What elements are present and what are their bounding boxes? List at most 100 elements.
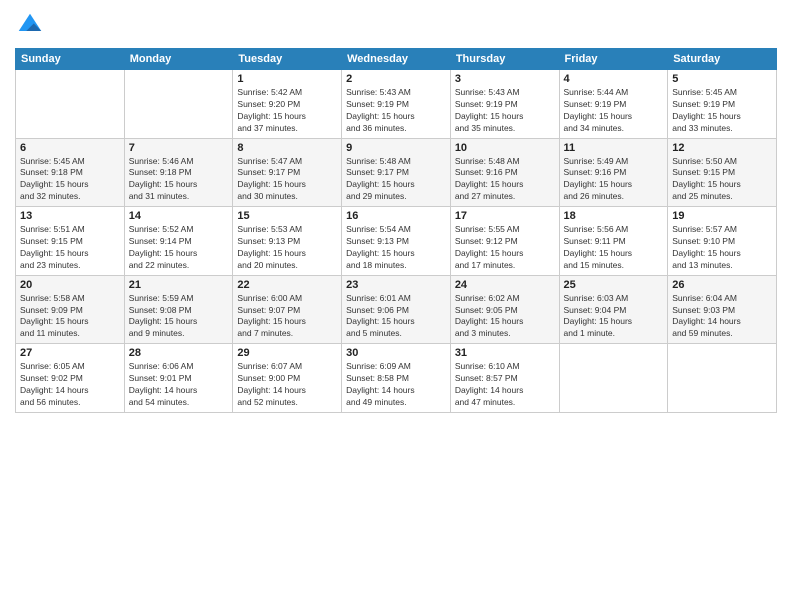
week-row-5: 27Sunrise: 6:05 AM Sunset: 9:02 PM Dayli… <box>16 344 777 413</box>
day-number: 22 <box>237 279 337 291</box>
day-cell: 14 Sunrise: 5:52 AM Sunset: 9:14 PM Dayli… <box>124 207 233 276</box>
day-info: Sunrise: 6:07 AM Sunset: 9:00 PM Dayligh… <box>237 361 337 409</box>
day-cell: 2 Sunrise: 5:43 AM Sunset: 9:19 PM Daylig… <box>342 70 451 139</box>
day-info: Sunrise: 6:03 AM Sunset: 9:04 PM Dayligh… <box>564 293 664 341</box>
day-cell: 3 Sunrise: 5:43 AM Sunset: 9:19 PM Daylig… <box>450 70 559 139</box>
day-cell: 1Sunrise: 5:42 AM Sunset: 9:20 PM Daylig… <box>233 70 342 139</box>
header-cell-tuesday: Tuesday <box>233 49 342 70</box>
day-number: 20 <box>20 279 120 291</box>
day-cell <box>124 70 233 139</box>
day-info: Sunrise: 5:43 AM Sunset: 9:19 PM Dayligh… <box>346 87 446 135</box>
day-cell: 11Sunrise: 5:49 AM Sunset: 9:16 PM Dayli… <box>559 138 668 207</box>
day-info: Sunrise: 5:58 AM Sunset: 9:09 PM Dayligh… <box>20 293 120 341</box>
day-info: Sunrise: 6:06 AM Sunset: 9:01 PM Dayligh… <box>129 361 229 409</box>
day-cell: 12Sunrise: 5:50 AM Sunset: 9:15 PM Dayli… <box>668 138 777 207</box>
day-info: Sunrise: 6:00 AM Sunset: 9:07 PM Dayligh… <box>237 293 337 341</box>
day-number: 21 <box>129 279 229 291</box>
day-cell: 20 Sunrise: 5:58 AM Sunset: 9:09 PM Dayli… <box>16 275 125 344</box>
header-cell-monday: Monday <box>124 49 233 70</box>
day-cell: 4 Sunrise: 5:44 AM Sunset: 9:19 PM Daylig… <box>559 70 668 139</box>
day-cell: 19Sunrise: 5:57 AM Sunset: 9:10 PM Dayli… <box>668 207 777 276</box>
day-info: Sunrise: 6:10 AM Sunset: 8:57 PM Dayligh… <box>455 361 555 409</box>
day-info: Sunrise: 6:04 AM Sunset: 9:03 PM Dayligh… <box>672 293 772 341</box>
logo-icon <box>15 10 45 40</box>
day-number: 14 <box>129 210 229 222</box>
week-row-1: 1Sunrise: 5:42 AM Sunset: 9:20 PM Daylig… <box>16 70 777 139</box>
day-number: 13 <box>20 210 120 222</box>
day-number: 2 <box>346 73 446 85</box>
day-cell: 30 Sunrise: 6:09 AM Sunset: 8:58 PM Dayli… <box>342 344 451 413</box>
day-info: Sunrise: 6:02 AM Sunset: 9:05 PM Dayligh… <box>455 293 555 341</box>
header-row: SundayMondayTuesdayWednesdayThursdayFrid… <box>16 49 777 70</box>
day-cell: 17 Sunrise: 5:55 AM Sunset: 9:12 PM Dayli… <box>450 207 559 276</box>
day-info: Sunrise: 6:09 AM Sunset: 8:58 PM Dayligh… <box>346 361 446 409</box>
day-info: Sunrise: 5:43 AM Sunset: 9:19 PM Dayligh… <box>455 87 555 135</box>
day-number: 24 <box>455 279 555 291</box>
day-info: Sunrise: 5:45 AM Sunset: 9:18 PM Dayligh… <box>20 156 120 204</box>
day-number: 17 <box>455 210 555 222</box>
day-cell: 9Sunrise: 5:48 AM Sunset: 9:17 PM Daylig… <box>342 138 451 207</box>
day-info: Sunrise: 5:52 AM Sunset: 9:14 PM Dayligh… <box>129 224 229 272</box>
day-info: Sunrise: 5:47 AM Sunset: 9:17 PM Dayligh… <box>237 156 337 204</box>
day-cell: 15 Sunrise: 5:53 AM Sunset: 9:13 PM Dayli… <box>233 207 342 276</box>
day-number: 12 <box>672 142 772 154</box>
day-cell: 26 Sunrise: 6:04 AM Sunset: 9:03 PM Dayli… <box>668 275 777 344</box>
day-number: 9 <box>346 142 446 154</box>
header-cell-thursday: Thursday <box>450 49 559 70</box>
day-info: Sunrise: 6:05 AM Sunset: 9:02 PM Dayligh… <box>20 361 120 409</box>
day-cell: 22 Sunrise: 6:00 AM Sunset: 9:07 PM Dayli… <box>233 275 342 344</box>
day-number: 29 <box>237 347 337 359</box>
day-cell: 6Sunrise: 5:45 AM Sunset: 9:18 PM Daylig… <box>16 138 125 207</box>
day-info: Sunrise: 6:01 AM Sunset: 9:06 PM Dayligh… <box>346 293 446 341</box>
day-number: 28 <box>129 347 229 359</box>
day-info: Sunrise: 5:48 AM Sunset: 9:16 PM Dayligh… <box>455 156 555 204</box>
day-info: Sunrise: 5:46 AM Sunset: 9:18 PM Dayligh… <box>129 156 229 204</box>
day-number: 1 <box>237 73 337 85</box>
day-number: 10 <box>455 142 555 154</box>
header-cell-sunday: Sunday <box>16 49 125 70</box>
page: SundayMondayTuesdayWednesdayThursdayFrid… <box>0 0 792 612</box>
day-number: 26 <box>672 279 772 291</box>
day-cell <box>559 344 668 413</box>
day-cell: 29 Sunrise: 6:07 AM Sunset: 9:00 PM Dayli… <box>233 344 342 413</box>
day-info: Sunrise: 5:54 AM Sunset: 9:13 PM Dayligh… <box>346 224 446 272</box>
day-number: 16 <box>346 210 446 222</box>
day-cell: 25 Sunrise: 6:03 AM Sunset: 9:04 PM Dayli… <box>559 275 668 344</box>
day-info: Sunrise: 5:44 AM Sunset: 9:19 PM Dayligh… <box>564 87 664 135</box>
day-cell: 8 Sunrise: 5:47 AM Sunset: 9:17 PM Daylig… <box>233 138 342 207</box>
day-cell <box>16 70 125 139</box>
logo <box>15 10 49 40</box>
day-info: Sunrise: 5:45 AM Sunset: 9:19 PM Dayligh… <box>672 87 772 135</box>
day-cell: 28 Sunrise: 6:06 AM Sunset: 9:01 PM Dayli… <box>124 344 233 413</box>
day-cell: 31 Sunrise: 6:10 AM Sunset: 8:57 PM Dayli… <box>450 344 559 413</box>
day-info: Sunrise: 5:57 AM Sunset: 9:10 PM Dayligh… <box>672 224 772 272</box>
day-number: 31 <box>455 347 555 359</box>
day-number: 18 <box>564 210 664 222</box>
day-cell: 21Sunrise: 5:59 AM Sunset: 9:08 PM Dayli… <box>124 275 233 344</box>
day-number: 4 <box>564 73 664 85</box>
day-info: Sunrise: 5:53 AM Sunset: 9:13 PM Dayligh… <box>237 224 337 272</box>
day-number: 15 <box>237 210 337 222</box>
day-info: Sunrise: 5:56 AM Sunset: 9:11 PM Dayligh… <box>564 224 664 272</box>
day-cell <box>668 344 777 413</box>
day-cell: 5 Sunrise: 5:45 AM Sunset: 9:19 PM Daylig… <box>668 70 777 139</box>
day-number: 8 <box>237 142 337 154</box>
header-cell-friday: Friday <box>559 49 668 70</box>
header <box>15 10 777 40</box>
day-cell: 7 Sunrise: 5:46 AM Sunset: 9:18 PM Daylig… <box>124 138 233 207</box>
calendar-table: SundayMondayTuesdayWednesdayThursdayFrid… <box>15 48 777 413</box>
day-cell: 18 Sunrise: 5:56 AM Sunset: 9:11 PM Dayli… <box>559 207 668 276</box>
day-cell: 23Sunrise: 6:01 AM Sunset: 9:06 PM Dayli… <box>342 275 451 344</box>
week-row-3: 13Sunrise: 5:51 AM Sunset: 9:15 PM Dayli… <box>16 207 777 276</box>
header-cell-saturday: Saturday <box>668 49 777 70</box>
day-number: 25 <box>564 279 664 291</box>
week-row-2: 6Sunrise: 5:45 AM Sunset: 9:18 PM Daylig… <box>16 138 777 207</box>
day-number: 5 <box>672 73 772 85</box>
day-info: Sunrise: 5:55 AM Sunset: 9:12 PM Dayligh… <box>455 224 555 272</box>
day-number: 30 <box>346 347 446 359</box>
day-info: Sunrise: 5:49 AM Sunset: 9:16 PM Dayligh… <box>564 156 664 204</box>
day-number: 3 <box>455 73 555 85</box>
day-number: 7 <box>129 142 229 154</box>
day-cell: 16 Sunrise: 5:54 AM Sunset: 9:13 PM Dayli… <box>342 207 451 276</box>
day-cell: 24 Sunrise: 6:02 AM Sunset: 9:05 PM Dayli… <box>450 275 559 344</box>
